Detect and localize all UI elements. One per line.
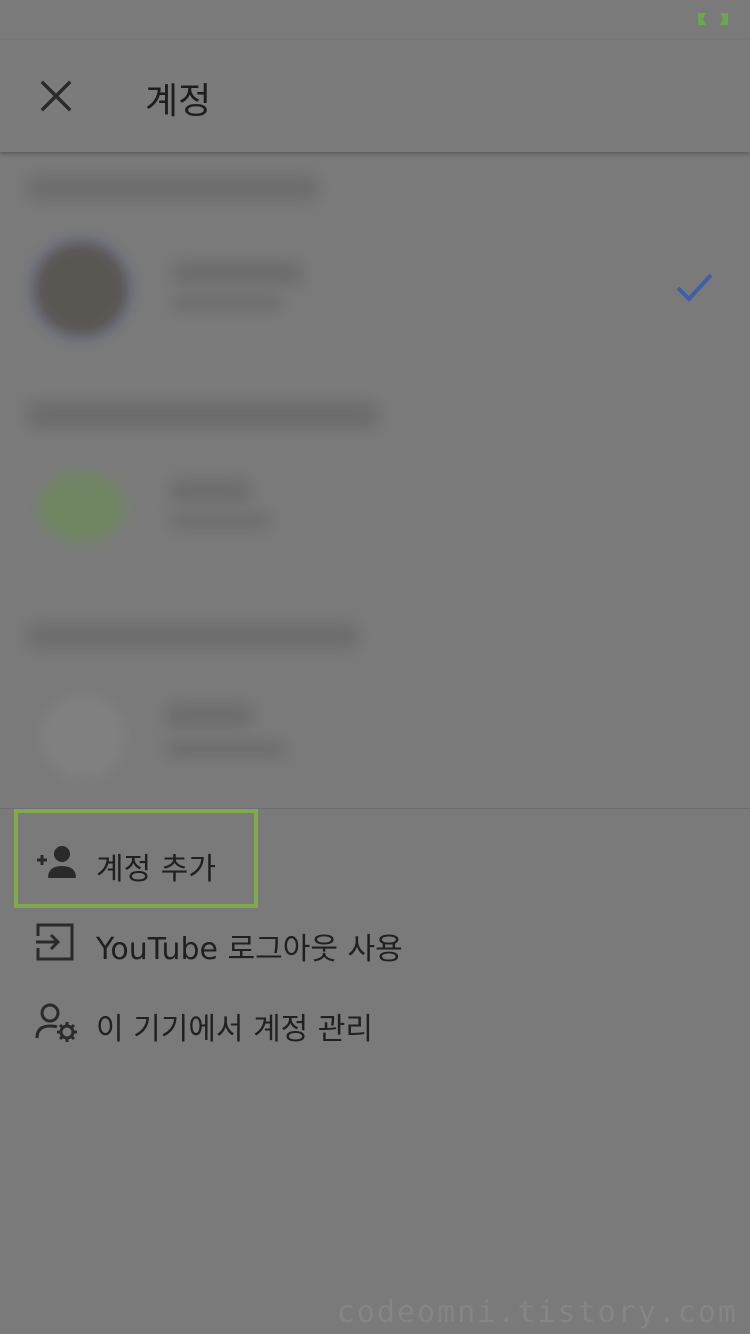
sign-out-label: YouTube 로그아웃 사용 — [96, 932, 403, 967]
account-name — [166, 704, 252, 726]
account-email — [172, 296, 282, 310]
manage-accounts-label: 이 기기에서 계정 관리 — [96, 1012, 374, 1047]
avatar[interactable] — [40, 694, 126, 780]
sign-out-button[interactable]: YouTube 로그아웃 사용 — [0, 904, 750, 982]
logout-icon — [34, 923, 74, 961]
watermark: codeomni.tistory.com — [336, 1295, 738, 1330]
account-name — [172, 262, 302, 284]
account-email — [170, 514, 270, 528]
status-bar — [0, 0, 750, 40]
account-list — [0, 152, 750, 807]
manage-accounts-button[interactable]: 이 기기에서 계정 관리 — [0, 984, 750, 1062]
avatar[interactable] — [38, 472, 126, 542]
close-icon — [40, 80, 72, 112]
close-button[interactable] — [30, 70, 82, 122]
account-name — [170, 480, 250, 502]
account-group-header — [28, 624, 358, 648]
highlight-box — [14, 809, 258, 908]
manage-accounts-icon — [35, 1003, 77, 1042]
battery-icon — [698, 13, 728, 25]
account-group-header — [28, 176, 318, 200]
app-bar: 계정 — [0, 40, 750, 152]
avatar[interactable] — [34, 242, 128, 336]
page-title: 계정 — [145, 81, 212, 122]
checkmark-icon — [676, 273, 713, 302]
account-group-header — [28, 402, 378, 428]
account-email — [166, 742, 286, 756]
